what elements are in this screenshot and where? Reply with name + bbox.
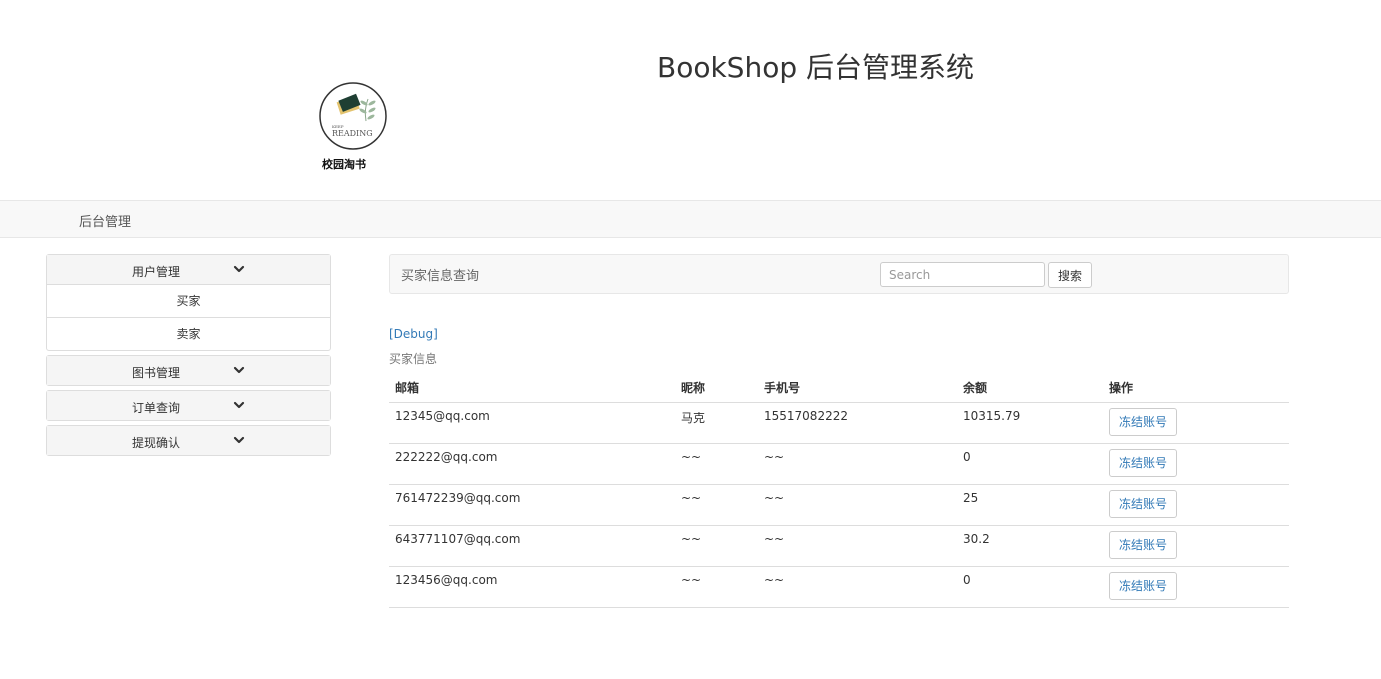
cell-phone: ~~ xyxy=(758,525,957,567)
table-caption: 买家信息 xyxy=(389,352,438,366)
column-header-nickname: 昵称 xyxy=(675,373,758,403)
buyers-table: 邮箱 昵称 手机号 余额 操作 12345@qq.com 马克 15517082… xyxy=(389,373,1289,608)
cell-balance: 10315.79 xyxy=(957,402,1103,444)
cell-email: 761472239@qq.com xyxy=(389,484,675,526)
freeze-account-button[interactable]: 冻结账号 xyxy=(1109,448,1177,477)
admin-page: KEEP READING 校园淘书 BookShop 后台管理系统 后台管理 用… xyxy=(0,0,1381,679)
cell-nickname: ~~ xyxy=(675,566,758,608)
debug-link[interactable]: [Debug] xyxy=(389,327,438,341)
sidebar-item-buyers[interactable]: 买家 xyxy=(47,284,330,317)
chevron-down-icon xyxy=(233,265,245,273)
cell-email: 123456@qq.com xyxy=(389,566,675,608)
freeze-account-button[interactable]: 冻结账号 xyxy=(1109,489,1177,518)
search-input[interactable] xyxy=(880,262,1045,287)
cell-email: 643771107@qq.com xyxy=(389,525,675,567)
chevron-down-icon xyxy=(233,401,245,409)
cell-action: 冻结账号 xyxy=(1103,525,1289,567)
column-header-action: 操作 xyxy=(1103,373,1289,403)
cell-balance: 0 xyxy=(957,566,1103,608)
cell-phone: 15517082222 xyxy=(758,402,957,444)
sidebar-group-book-management: 图书管理 xyxy=(46,355,331,386)
cell-phone: ~~ xyxy=(758,443,957,485)
chevron-down-icon xyxy=(233,366,245,374)
sidebar-group-header-order-query[interactable]: 订单查询 xyxy=(47,391,330,420)
search-bar-title: 买家信息查询 xyxy=(401,269,480,284)
sidebar-item-sellers[interactable]: 卖家 xyxy=(47,317,330,350)
cell-nickname: ~~ xyxy=(675,443,758,485)
cell-action: 冻结账号 xyxy=(1103,402,1289,444)
cell-balance: 0 xyxy=(957,443,1103,485)
cell-nickname: ~~ xyxy=(675,525,758,567)
cell-action: 冻结账号 xyxy=(1103,566,1289,608)
table-row: 12345@qq.com 马克 15517082222 10315.79 冻结账… xyxy=(389,402,1289,444)
cell-email: 12345@qq.com xyxy=(389,402,675,444)
cell-email: 222222@qq.com xyxy=(389,443,675,485)
search-button[interactable]: 搜索 xyxy=(1048,262,1092,288)
sidebar-group-order-query: 订单查询 xyxy=(46,390,331,421)
sidebar-group-header-user-management[interactable]: 用户管理 xyxy=(47,255,330,284)
page-title: BookShop 后台管理系统 xyxy=(657,51,975,84)
top-navbar: 后台管理 xyxy=(0,200,1381,238)
sidebar-group-body: 买家 卖家 xyxy=(47,284,330,350)
table-row: 222222@qq.com ~~ ~~ 0 冻结账号 xyxy=(389,443,1289,485)
table-row: 643771107@qq.com ~~ ~~ 30.2 冻结账号 xyxy=(389,525,1289,567)
cell-balance: 25 xyxy=(957,484,1103,526)
cell-nickname: ~~ xyxy=(675,484,758,526)
logo-icon: KEEP READING xyxy=(319,82,387,150)
cell-action: 冻结账号 xyxy=(1103,443,1289,485)
sidebar-group-header-withdraw-confirm[interactable]: 提现确认 xyxy=(47,426,330,455)
sidebar-group-header-book-management[interactable]: 图书管理 xyxy=(47,356,330,385)
sidebar: 用户管理 买家 卖家 图书管理 订单查询 提现确认 xyxy=(46,254,331,460)
freeze-account-button[interactable]: 冻结账号 xyxy=(1109,407,1177,436)
sidebar-group-label: 图书管理 xyxy=(132,366,181,380)
sidebar-group-user-management: 用户管理 买家 卖家 xyxy=(46,254,331,351)
sidebar-group-label: 订单查询 xyxy=(132,401,181,415)
column-header-phone: 手机号 xyxy=(758,373,957,403)
table-row: 761472239@qq.com ~~ ~~ 25 冻结账号 xyxy=(389,484,1289,526)
cell-phone: ~~ xyxy=(758,566,957,608)
table-header-row: 邮箱 昵称 手机号 余额 操作 xyxy=(389,373,1289,403)
cell-nickname: 马克 xyxy=(675,402,758,444)
search-bar: 买家信息查询 搜索 xyxy=(389,254,1289,294)
table-row: 123456@qq.com ~~ ~~ 0 冻结账号 xyxy=(389,566,1289,608)
navbar-brand-link[interactable]: 后台管理 xyxy=(79,211,131,230)
freeze-account-button[interactable]: 冻结账号 xyxy=(1109,571,1177,600)
chevron-down-icon xyxy=(233,436,245,444)
column-header-balance: 余额 xyxy=(957,373,1103,403)
column-header-email: 邮箱 xyxy=(389,373,675,403)
freeze-account-button[interactable]: 冻结账号 xyxy=(1109,530,1177,559)
cell-phone: ~~ xyxy=(758,484,957,526)
sidebar-group-label: 用户管理 xyxy=(132,265,181,279)
sidebar-group-withdraw-confirm: 提现确认 xyxy=(46,425,331,456)
logo-wordmark: READING xyxy=(332,129,373,138)
logo-caption: 校园淘书 xyxy=(322,158,366,171)
cell-balance: 30.2 xyxy=(957,525,1103,567)
sidebar-group-label: 提现确认 xyxy=(132,436,181,450)
cell-action: 冻结账号 xyxy=(1103,484,1289,526)
